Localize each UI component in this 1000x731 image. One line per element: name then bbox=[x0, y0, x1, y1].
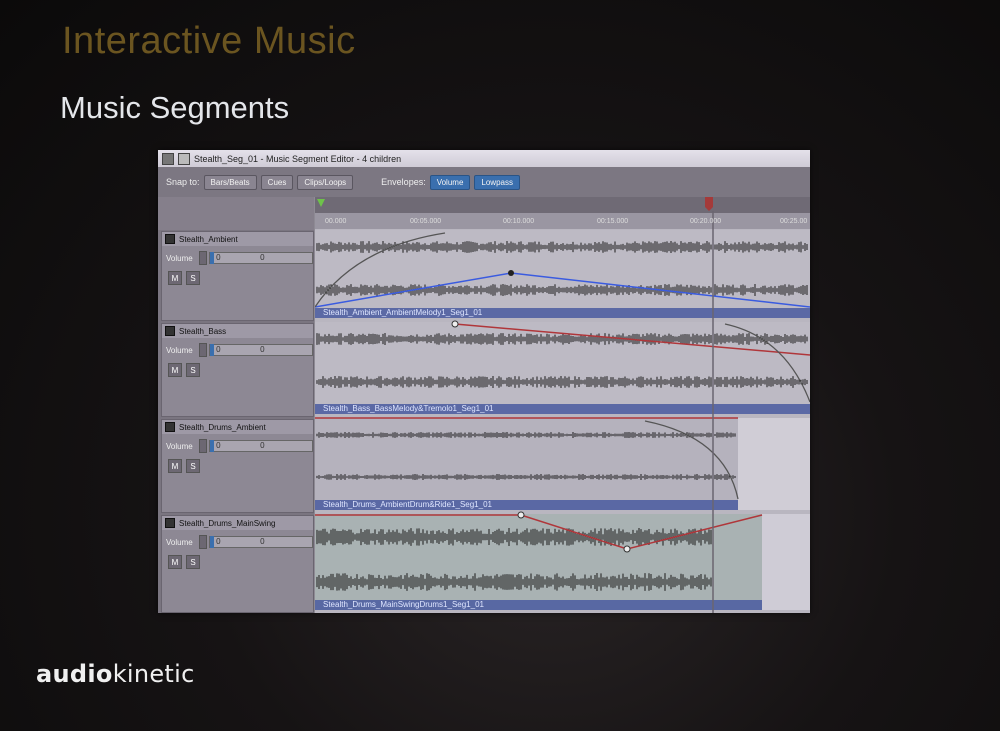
time-label-3: 00:15.000 bbox=[597, 218, 629, 225]
volume-value: 0 bbox=[216, 537, 221, 546]
mute-button[interactable]: M bbox=[168, 459, 182, 473]
slide-subtitle: Music Segments bbox=[60, 90, 290, 125]
volume-slider-knob[interactable] bbox=[210, 536, 215, 548]
music-segment-editor: Stealth_Seg_01 - Music Segment Editor - … bbox=[158, 150, 810, 613]
envelope-point bbox=[517, 511, 525, 519]
volume-value: 0 bbox=[216, 345, 221, 354]
app-icon bbox=[162, 152, 174, 165]
window-title: Stealth_Seg_01 - Music Segment Editor - … bbox=[194, 153, 402, 164]
volume-value-secondary: 0 bbox=[260, 441, 265, 450]
time-label-1: 00:05.000 bbox=[410, 218, 442, 225]
clip-label-drums-ambient[interactable]: Stealth_Drums_AmbientDrum&Ride1_Seg1_01 bbox=[323, 500, 492, 510]
envelope-point bbox=[623, 545, 631, 553]
ruler-spacer bbox=[158, 197, 314, 230]
lane-drums-mainswing bbox=[315, 514, 762, 610]
track-header-bass[interactable]: Stealth_Bass Volume 00 MS bbox=[161, 323, 314, 417]
volume-value-secondary: 0 bbox=[260, 345, 265, 354]
solo-button[interactable]: S bbox=[186, 555, 200, 569]
volume-label: Volume bbox=[166, 537, 193, 547]
solo-button[interactable]: S bbox=[186, 271, 200, 285]
volume-slider[interactable]: 00 bbox=[209, 440, 313, 452]
volume-slider[interactable]: 00 bbox=[209, 252, 313, 264]
envelope-volume-button[interactable]: Volume bbox=[429, 174, 471, 190]
segment-icon bbox=[178, 152, 190, 165]
volume-value-secondary: 0 bbox=[260, 537, 265, 546]
track-icon bbox=[165, 326, 175, 336]
envelope-point bbox=[451, 320, 459, 328]
solo-button[interactable]: S bbox=[186, 363, 200, 377]
track-name: Stealth_Ambient bbox=[179, 234, 238, 244]
volume-label: Volume bbox=[166, 345, 193, 355]
volume-slider-knob[interactable] bbox=[210, 440, 215, 452]
ruler-bar bbox=[315, 197, 810, 213]
solo-button[interactable]: S bbox=[186, 459, 200, 473]
volume-spinner[interactable] bbox=[199, 343, 208, 357]
track-icon bbox=[165, 518, 175, 528]
volume-label: Volume bbox=[166, 441, 193, 451]
logo-light: kinetic bbox=[112, 660, 195, 688]
slide-title: Interactive Music bbox=[62, 20, 356, 62]
timeline-lanes[interactable]: 00.000 00:05.000 00:10.000 00:15.000 00:… bbox=[315, 197, 810, 613]
envelope-point bbox=[508, 270, 514, 276]
envelope-lowpass-button[interactable]: Lowpass bbox=[474, 174, 520, 190]
audiokinetic-logo: audiokinetic bbox=[36, 660, 195, 688]
track-header-ambient[interactable]: Stealth_Ambient Volume 00 MS bbox=[161, 231, 314, 321]
track-name: Stealth_Drums_MainSwing bbox=[179, 518, 276, 528]
mute-button[interactable]: M bbox=[168, 363, 182, 377]
volume-spinner[interactable] bbox=[199, 535, 208, 549]
mute-button[interactable]: M bbox=[168, 271, 182, 285]
snap-clips-loops-button[interactable]: Clips/Loops bbox=[297, 174, 354, 190]
track-headers: Stealth_Ambient Volume 00 MS Stealth_Bas… bbox=[158, 197, 314, 613]
lane-drums-ambient-empty bbox=[738, 418, 810, 510]
snap-to-label: Snap to: bbox=[166, 177, 200, 187]
snap-cues-button[interactable]: Cues bbox=[260, 174, 294, 190]
envelopes-label: Envelopes: bbox=[381, 177, 426, 187]
editor-toolbar: Snap to: Bars/Beats Cues Clips/Loops Env… bbox=[158, 167, 810, 197]
clip-label-drums-mainswing[interactable]: Stealth_Drums_MainSwingDrums1_Seg1_01 bbox=[323, 600, 484, 610]
clip-label-bass[interactable]: Stealth_Bass_BassMelody&Tremolo1_Seg1_01 bbox=[323, 404, 493, 414]
lane-drums-ambient bbox=[315, 418, 738, 510]
volume-value: 0 bbox=[216, 441, 221, 450]
logo-bold: audio bbox=[36, 660, 113, 688]
track-icon bbox=[165, 234, 175, 244]
time-label-0: 00.000 bbox=[325, 218, 347, 225]
volume-value: 0 bbox=[216, 253, 221, 262]
mute-button[interactable]: M bbox=[168, 555, 182, 569]
volume-slider[interactable]: 00 bbox=[209, 536, 313, 548]
volume-slider-knob[interactable] bbox=[210, 252, 215, 264]
volume-label: Volume bbox=[166, 253, 193, 263]
volume-slider-knob[interactable] bbox=[210, 344, 215, 356]
snap-bars-beats-button[interactable]: Bars/Beats bbox=[203, 174, 257, 190]
track-icon bbox=[165, 422, 175, 432]
volume-spinner[interactable] bbox=[199, 439, 208, 453]
track-header-drums-ambient[interactable]: Stealth_Drums_Ambient Volume 00 MS bbox=[161, 419, 314, 513]
window-titlebar[interactable]: Stealth_Seg_01 - Music Segment Editor - … bbox=[158, 150, 810, 167]
track-header-drums-mainswing[interactable]: Stealth_Drums_MainSwing Volume 00 MS bbox=[161, 515, 314, 613]
volume-slider[interactable]: 00 bbox=[209, 344, 313, 356]
clip-label-ambient[interactable]: Stealth_Ambient_AmbientMelody1_Seg1_01 bbox=[323, 308, 482, 318]
track-name: Stealth_Drums_Ambient bbox=[179, 422, 266, 432]
track-name: Stealth_Bass bbox=[179, 326, 227, 336]
time-label-5: 00:25.00 bbox=[780, 218, 808, 225]
lane-drums-mainswing-empty bbox=[762, 514, 810, 610]
volume-spinner[interactable] bbox=[199, 251, 208, 265]
time-label-4: 00:20.000 bbox=[690, 218, 722, 225]
time-label-2: 00:10.000 bbox=[503, 218, 535, 225]
ruler-ticks-bar bbox=[315, 213, 810, 229]
volume-value-secondary: 0 bbox=[260, 253, 265, 262]
